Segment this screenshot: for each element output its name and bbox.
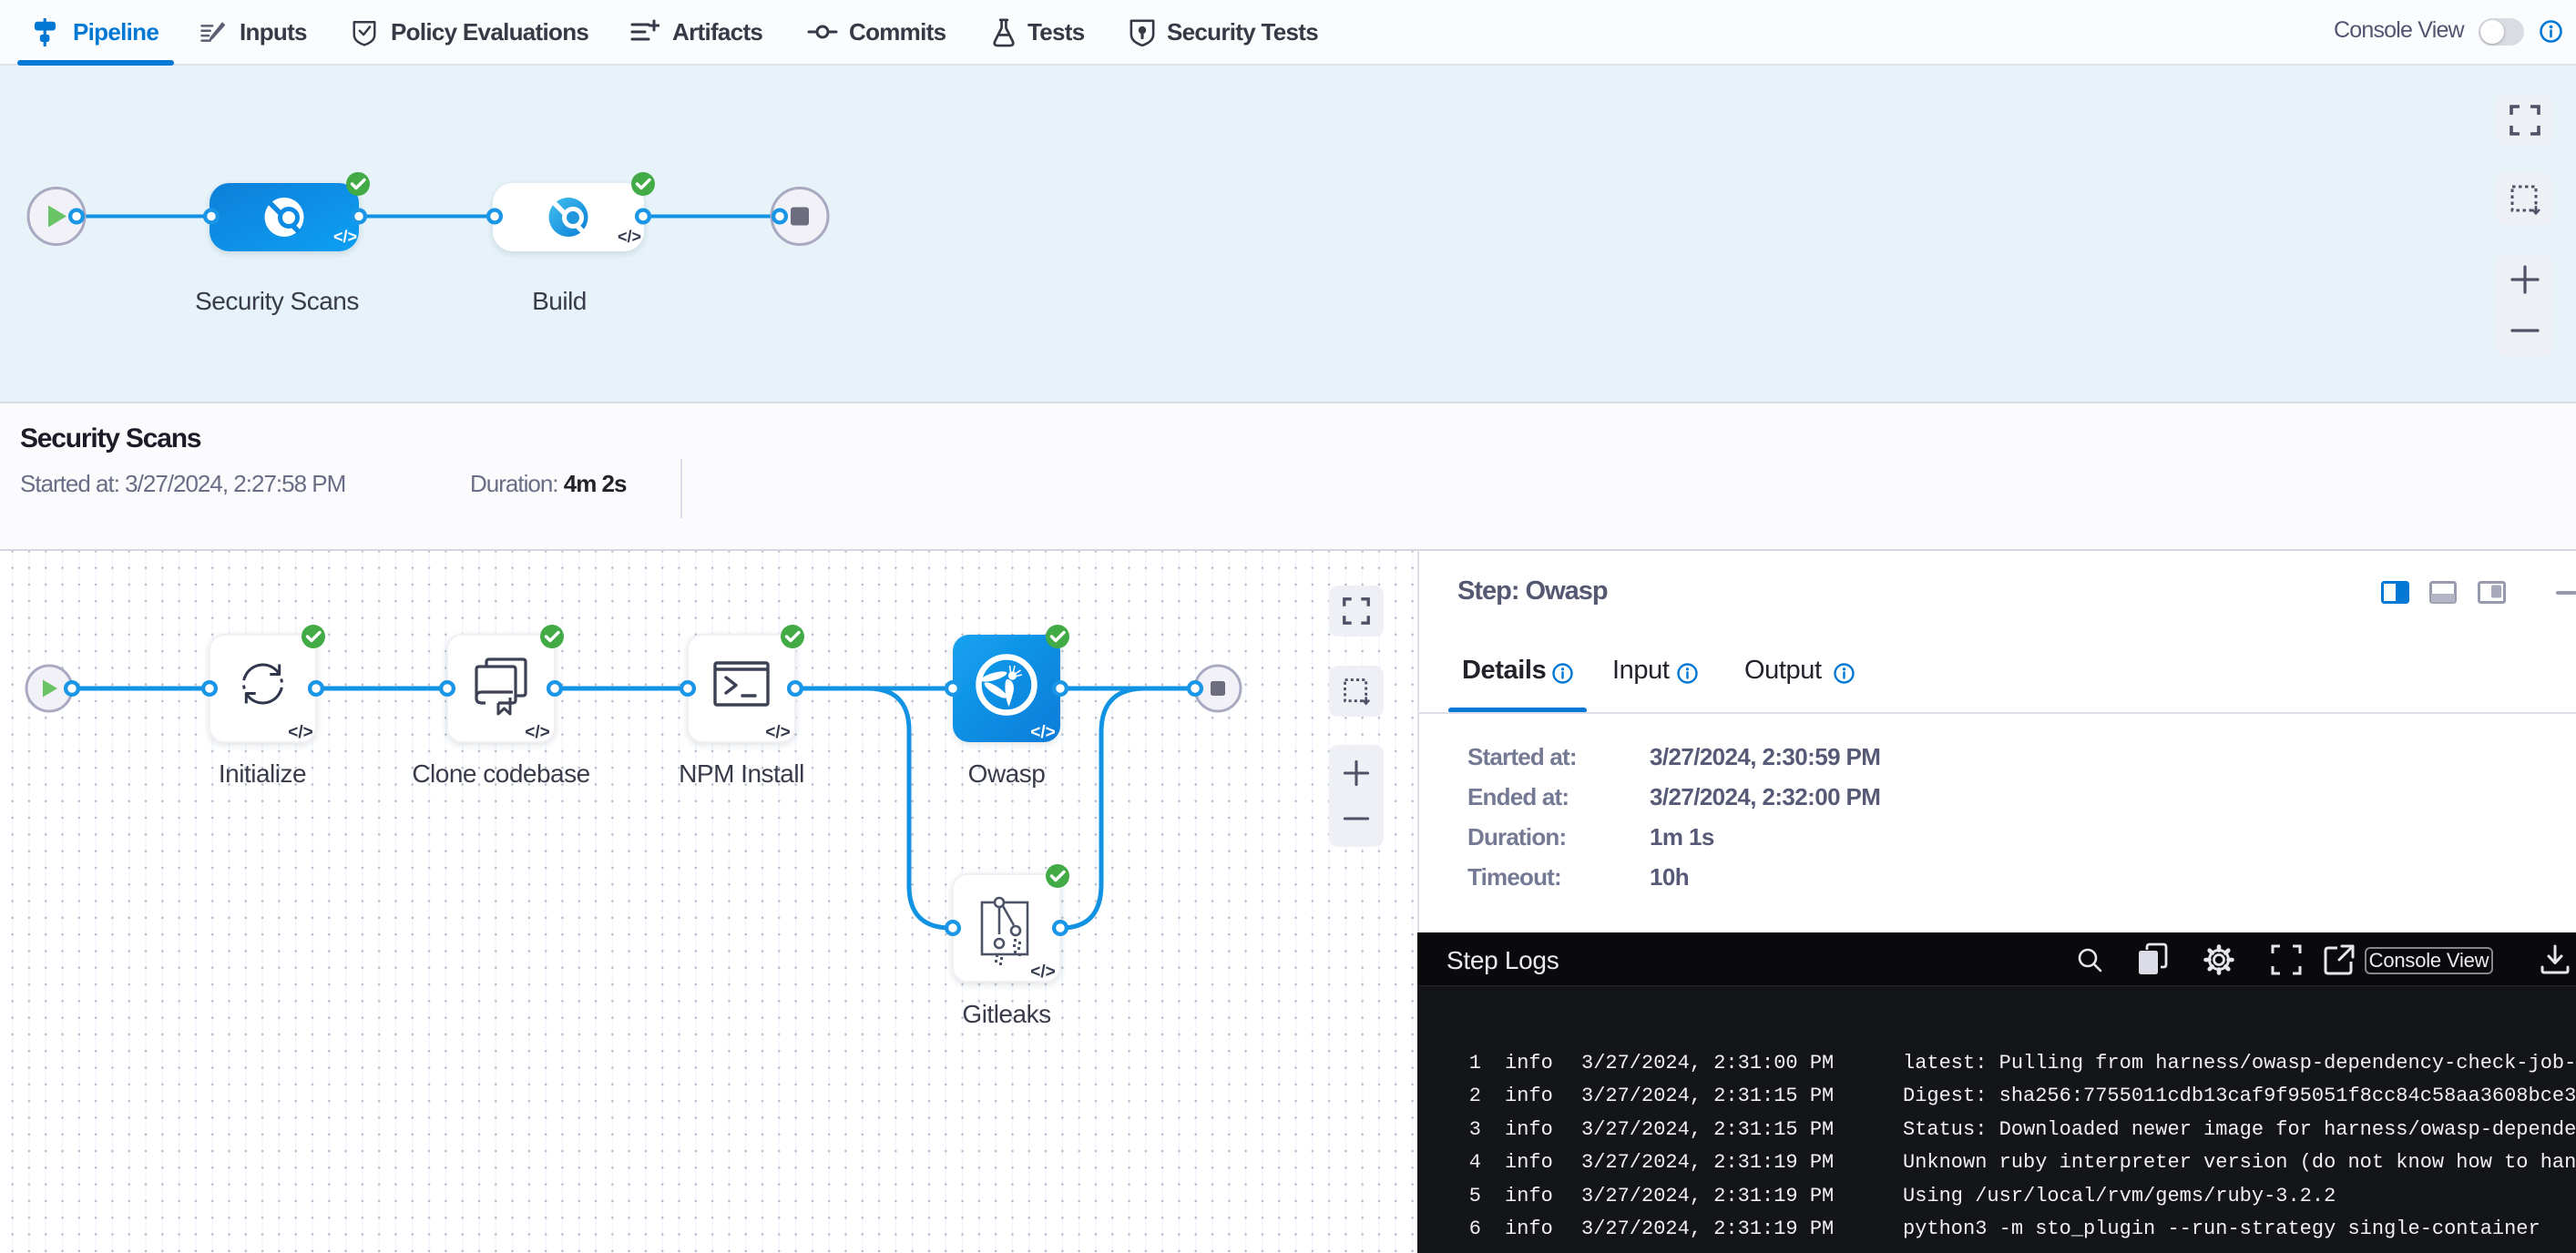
svg-text:</>: </> [333,228,357,246]
svg-text:Clone codebase: Clone codebase [412,759,589,788]
svg-text:</>: </> [618,228,641,246]
svg-text:Owasp: Owasp [968,759,1046,788]
svg-text:</>: </> [1030,723,1055,742]
svg-text:</>: </> [765,723,790,742]
svg-text:NPM Install: NPM Install [679,759,804,788]
svg-text:Security Scans: Security Scans [195,287,359,315]
svg-text:</>: </> [288,723,312,742]
svg-text:Initialize: Initialize [219,759,306,788]
svg-text:</>: </> [1030,963,1055,982]
svg-text:Gitleaks: Gitleaks [962,1000,1050,1028]
svg-text:</>: </> [525,723,549,742]
svg-text:Build: Build [532,287,587,315]
